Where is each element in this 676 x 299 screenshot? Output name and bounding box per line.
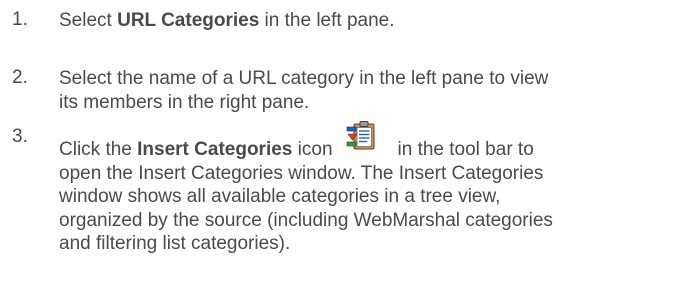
step-text: Select the name of a URL category in the… <box>59 68 549 113</box>
ui-term-insert-categories: Insert Categories <box>137 139 293 160</box>
step-number: 3. <box>12 126 28 147</box>
step-number: 1. <box>12 9 28 30</box>
step-text: Select URL Categories in the left pane. <box>59 10 395 31</box>
step-text: Click the Insert Categories icon in the … <box>59 121 669 256</box>
ui-term-url-categories: URL Categories <box>117 10 260 31</box>
insert-categories-icon <box>345 119 378 152</box>
step-number: 2. <box>12 67 28 88</box>
